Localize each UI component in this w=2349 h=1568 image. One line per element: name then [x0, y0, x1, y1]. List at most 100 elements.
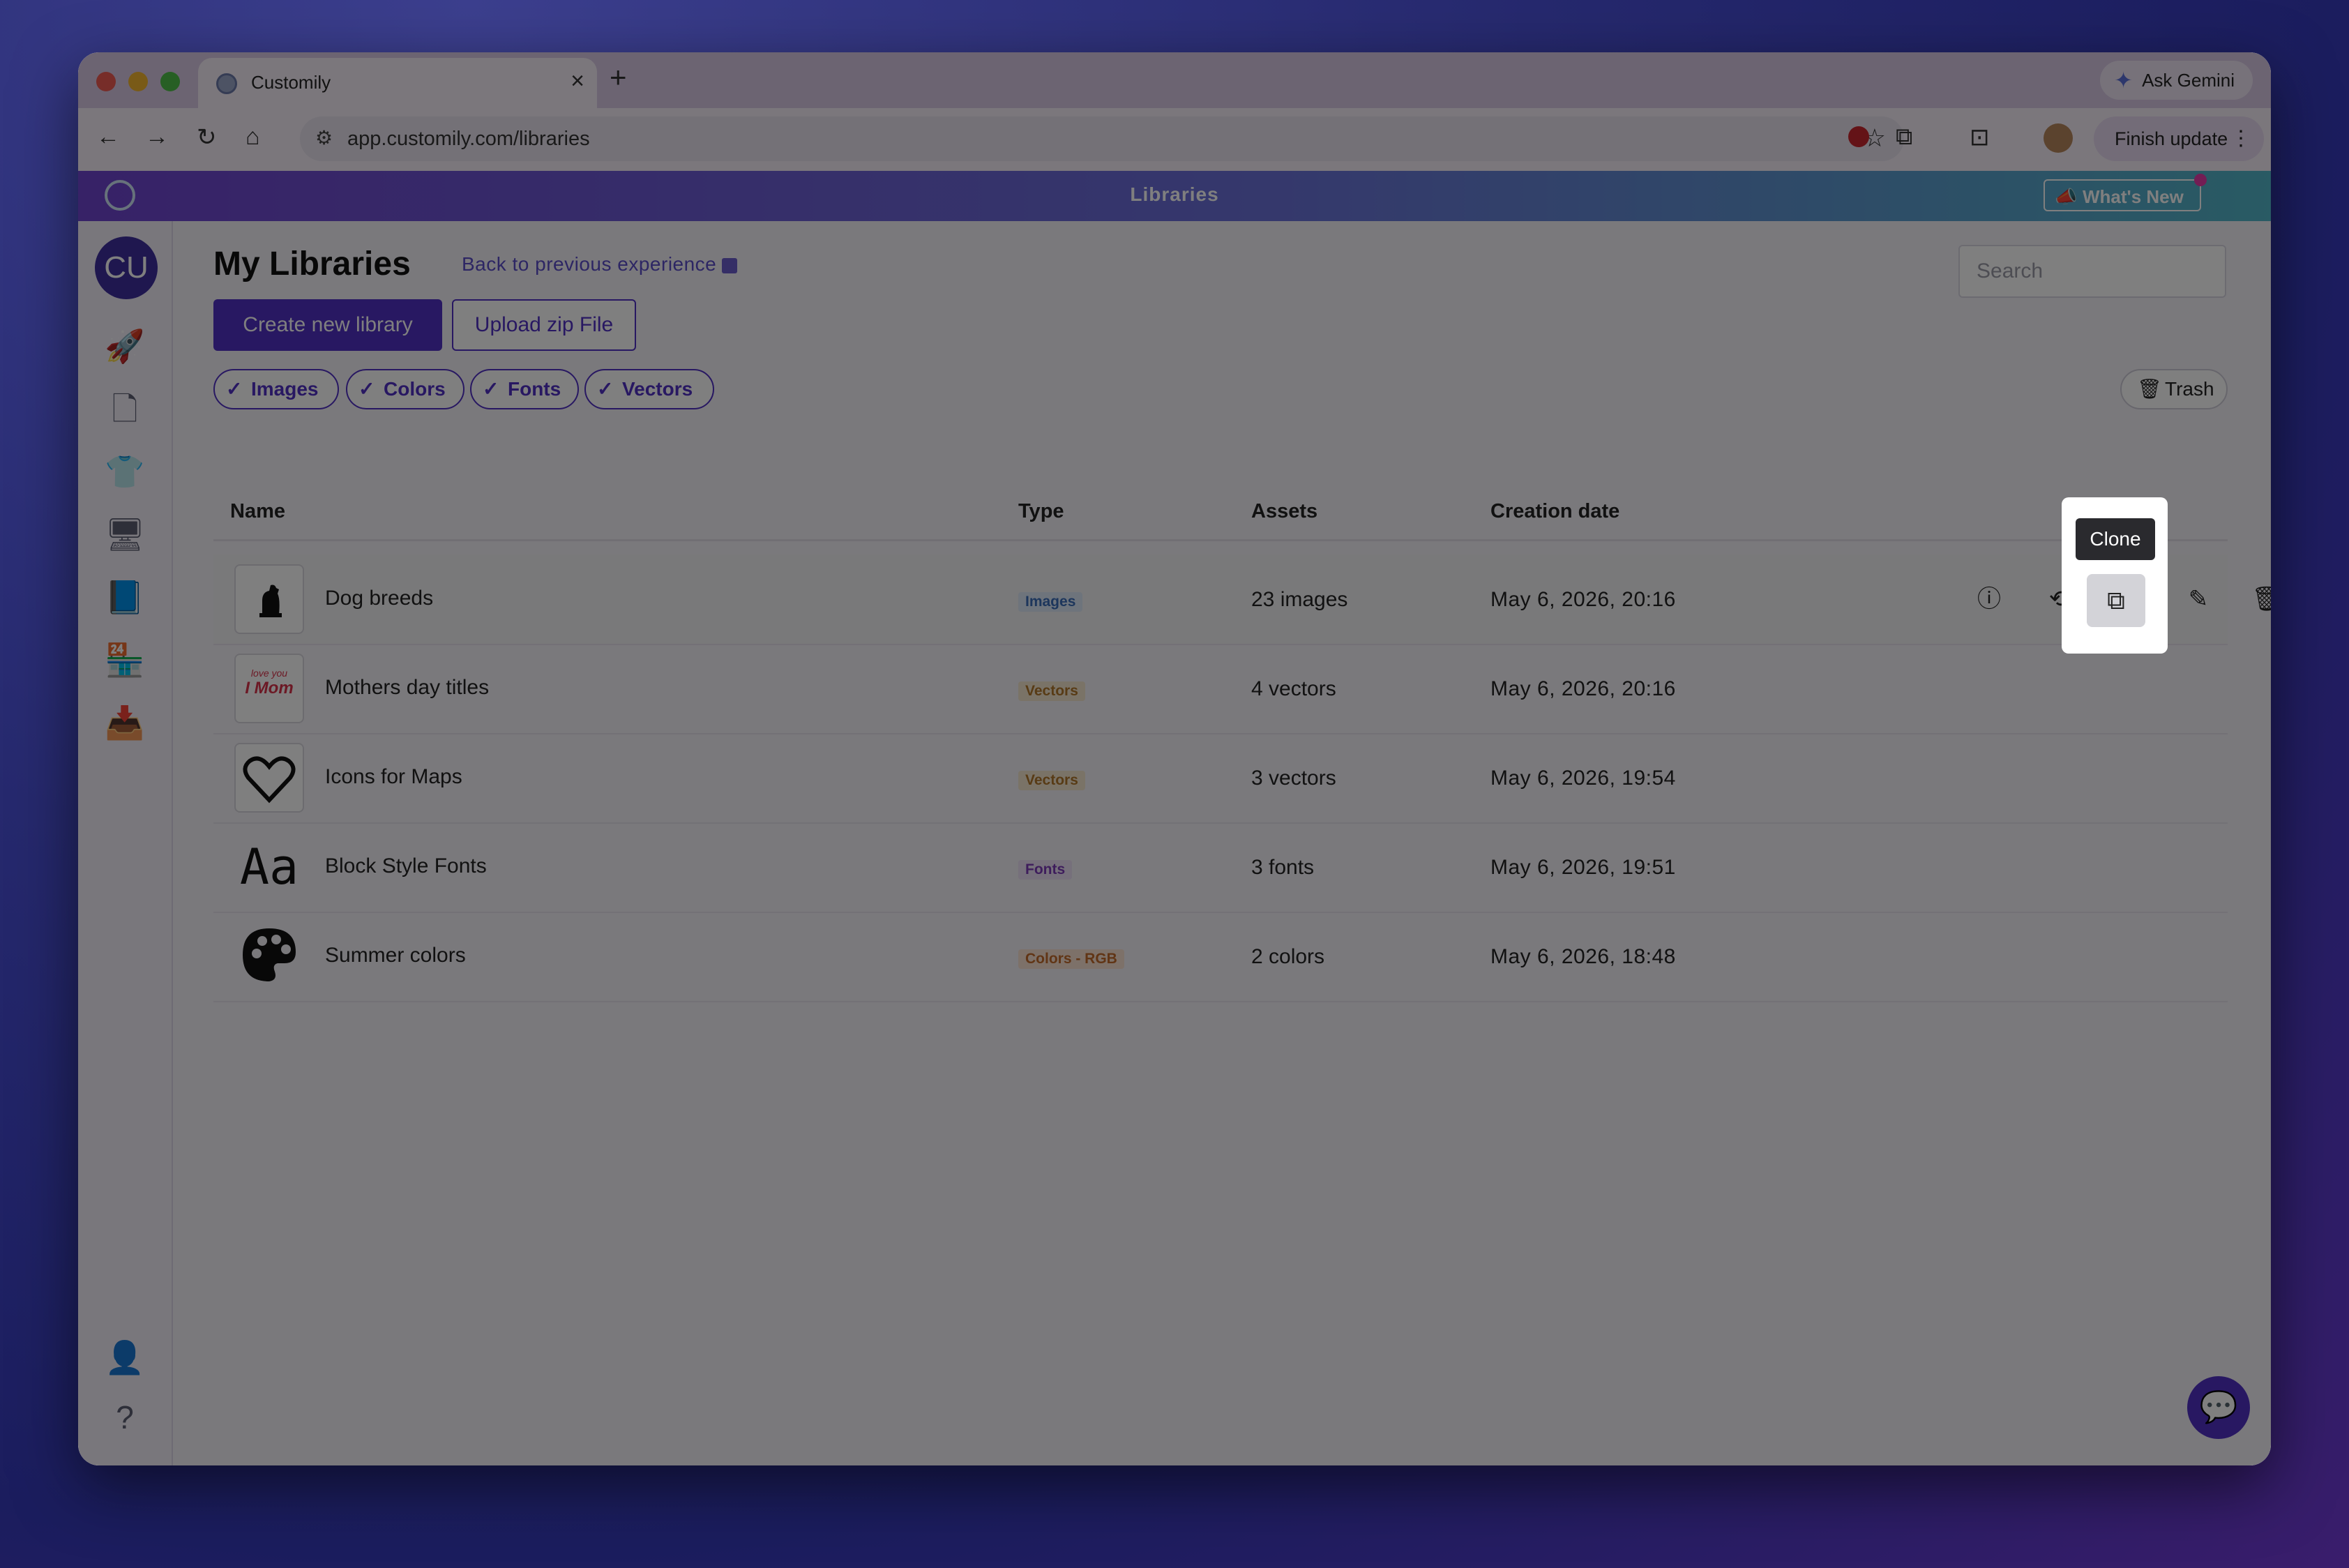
inbox-icon[interactable]: 📥: [105, 702, 145, 743]
sidebar: CU 🚀 🗋 👕 🖥 📘 🏪 📥 👤 ? ⇥: [78, 221, 173, 1465]
font-sample-icon: Aa: [239, 838, 299, 896]
rocket-icon[interactable]: 🚀: [105, 326, 145, 366]
trash-icon: 🗑: [2137, 378, 2162, 400]
table-header: Name Type Assets Creation date: [213, 495, 2228, 541]
search-input[interactable]: [1958, 245, 2226, 298]
creation-date: May 6, 2026, 19:54: [1490, 767, 1676, 790]
home-icon[interactable]: ⌂: [246, 123, 260, 151]
app-header-title: Libraries: [1130, 183, 1219, 205]
profile-avatar[interactable]: [2044, 123, 2073, 153]
tab-search-icon[interactable]: ⊡: [1970, 123, 1990, 151]
reload-icon[interactable]: ↻: [197, 123, 217, 151]
type-badge: Vectors: [1018, 681, 1085, 701]
library-name[interactable]: Mothers day titles: [325, 676, 489, 700]
trash-button[interactable]: 🗑 Trash: [2120, 369, 2228, 409]
table-row[interactable]: Dog breeds Images 23 images May 6, 2026,…: [213, 555, 2271, 645]
whats-new-button[interactable]: 📣 What's New: [2044, 174, 2207, 211]
whats-new-label: What's New: [2083, 186, 2184, 207]
info-icon[interactable]: ⓘ: [1972, 582, 2006, 616]
ask-gemini-button[interactable]: ✦ Ask Gemini: [2100, 61, 2253, 100]
finish-update-button[interactable]: Finish update ⋮: [2094, 116, 2264, 161]
clone-tooltip: Clone: [2076, 518, 2155, 560]
user-avatar[interactable]: CU: [95, 236, 158, 299]
back-link-label: Back to previous experience: [462, 253, 717, 275]
asset-count: 2 colors: [1251, 945, 1325, 968]
page-title: My Libraries: [213, 246, 411, 282]
asset-count: 3 vectors: [1251, 767, 1336, 790]
library-thumbnail: [234, 743, 304, 813]
asset-count: 3 fonts: [1251, 856, 1315, 879]
check-icon: ✓: [483, 378, 499, 400]
delete-trash-icon[interactable]: 🗑: [2250, 582, 2271, 616]
column-header-name[interactable]: Name: [230, 500, 285, 523]
tab-title: Customily: [251, 72, 331, 93]
library-book-icon[interactable]: 📘: [105, 577, 145, 617]
back-to-previous-link[interactable]: Back to previous experience: [462, 253, 738, 276]
thumbnail-text-2: I Mom: [245, 679, 294, 698]
chat-support-button[interactable]: 💬: [2187, 1376, 2250, 1439]
table-row[interactable]: Aa Block Style Fonts Fonts 3 fonts May 6…: [213, 822, 2228, 913]
filter-label: Fonts: [508, 378, 561, 400]
filter-chip-images[interactable]: ✓ Images: [213, 369, 339, 409]
logout-icon[interactable]: ⇥: [105, 1456, 145, 1465]
maximize-window-button[interactable]: [160, 72, 180, 91]
creation-date: May 6, 2026, 20:16: [1490, 677, 1676, 700]
library-name[interactable]: Dog breeds: [325, 587, 433, 610]
tshirt-icon[interactable]: 👕: [105, 451, 145, 492]
library-name[interactable]: Summer colors: [325, 944, 466, 967]
column-header-type[interactable]: Type: [1018, 500, 1064, 523]
edit-pencil-icon[interactable]: ✎: [2182, 582, 2215, 616]
column-header-assets[interactable]: Assets: [1251, 500, 1317, 523]
asset-count: 4 vectors: [1251, 677, 1336, 700]
table-row[interactable]: Icons for Maps Vectors 3 vectors May 6, …: [213, 733, 2228, 824]
create-library-button[interactable]: Create new library: [213, 299, 442, 351]
favicon-icon: [216, 73, 237, 94]
dog-silhouette-icon: [259, 585, 282, 617]
ask-gemini-label: Ask Gemini: [2142, 70, 2235, 91]
type-badge: Vectors: [1018, 771, 1085, 790]
notification-dot: [2194, 174, 2207, 186]
app-header: Libraries 📣 What's New: [78, 171, 2271, 221]
creation-date: May 6, 2026, 18:48: [1490, 945, 1676, 968]
external-arrow-icon: [722, 257, 738, 273]
filter-chip-colors[interactable]: ✓ Colors: [346, 369, 464, 409]
forward-arrow-icon[interactable]: →: [145, 123, 169, 151]
table-row[interactable]: love you I Mom Mothers day titles Vector…: [213, 644, 2228, 734]
table-row[interactable]: Summer colors Colors - RGB 2 colors May …: [213, 912, 2228, 1002]
document-icon[interactable]: 🗋: [105, 389, 145, 429]
monitor-icon[interactable]: 🖥: [105, 514, 145, 555]
check-icon: ✓: [597, 378, 614, 400]
store-icon[interactable]: 🏪: [105, 640, 145, 680]
close-window-button[interactable]: [96, 72, 116, 91]
library-name[interactable]: Icons for Maps: [325, 765, 462, 789]
new-tab-button[interactable]: +: [610, 61, 627, 94]
column-header-creation-date[interactable]: Creation date: [1490, 500, 1619, 523]
asset-count: 23 images: [1251, 588, 1348, 611]
address-bar[interactable]: ⚙ app.customily.com/libraries ☆: [300, 116, 1904, 161]
upload-zip-button[interactable]: Upload zip File: [452, 299, 636, 351]
main-content: My Libraries Back to previous experience…: [173, 221, 2271, 1465]
more-menu-icon[interactable]: ⋮: [2230, 116, 2251, 161]
tab-close-icon[interactable]: ×: [571, 68, 584, 95]
extensions-puzzle-icon[interactable]: ⧉: [1896, 123, 1912, 151]
back-arrow-icon[interactable]: ←: [96, 123, 120, 151]
type-badge: Images: [1018, 592, 1083, 612]
megaphone-icon: 📣: [2055, 186, 2078, 207]
help-icon[interactable]: ?: [105, 1397, 145, 1438]
minimize-window-button[interactable]: [128, 72, 148, 91]
extension-icon[interactable]: [1848, 126, 1869, 147]
creation-date: May 6, 2026, 19:51: [1490, 856, 1676, 879]
filter-label: Colors: [384, 378, 446, 400]
site-settings-icon[interactable]: ⚙: [315, 126, 333, 149]
browser-tab[interactable]: Customily ×: [198, 58, 597, 108]
chat-bubble-icon: 💬: [2199, 1390, 2238, 1424]
creation-date: May 6, 2026, 20:16: [1490, 588, 1676, 611]
library-name[interactable]: Block Style Fonts: [325, 854, 487, 878]
user-settings-icon[interactable]: 👤: [105, 1337, 145, 1378]
type-badge: Colors - RGB: [1018, 949, 1124, 969]
filter-chip-vectors[interactable]: ✓ Vectors: [584, 369, 714, 409]
library-thumbnail: Aa: [234, 832, 304, 902]
filter-chip-fonts[interactable]: ✓ Fonts: [470, 369, 579, 409]
filter-label: Vectors: [622, 378, 693, 400]
clone-button[interactable]: ⧉: [2087, 574, 2145, 627]
